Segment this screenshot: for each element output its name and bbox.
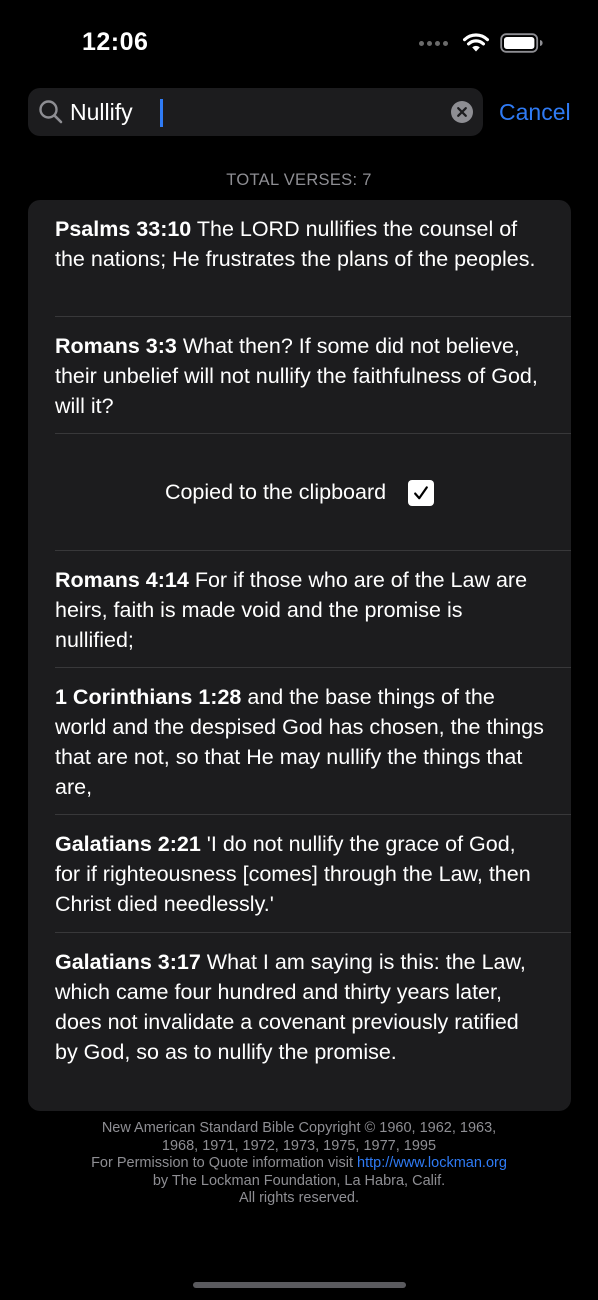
results-list: Psalms 33:10 The LORD nullifies the coun… <box>28 200 571 1111</box>
footer-line: by The Lockman Foundation, La Habra, Cal… <box>152 1172 446 1189</box>
verse-reference: Galatians 2:21 <box>55 832 201 856</box>
verse-reference: Galatians 3:17 <box>55 950 201 974</box>
verse-text: Romans 3:3 What then? If some did not be… <box>55 331 545 421</box>
copied-label: Copied to the clipboard <box>164 480 387 504</box>
verse-row-romans-4-14[interactable]: Romans 4:14 For if those who are of the … <box>28 551 571 668</box>
verse-reference: Romans 3:3 <box>55 334 177 358</box>
verse-row-1-corinthians-1-28[interactable]: 1 Corinthians 1:28 and the base things o… <box>28 668 571 815</box>
verse-row-romans-3-3[interactable]: Romans 3:3 What then? If some did not be… <box>28 317 571 434</box>
battery-icon <box>500 33 543 53</box>
verse-text: Galatians 3:17 What I am saying is this:… <box>55 947 545 1067</box>
signal-dots-icon <box>419 40 448 46</box>
footer-line: New American Standard Bible Copyright © … <box>101 1120 497 1136</box>
cancel-button[interactable]: Cancel <box>499 88 571 136</box>
verse-row-galatians-3-17[interactable]: Galatians 3:17 What I am saying is this:… <box>28 933 571 1111</box>
status-icons <box>419 32 544 54</box>
verse-row-psalms-33-10[interactable]: Psalms 33:10 The LORD nullifies the coun… <box>28 200 571 317</box>
status-bar: 12:06 <box>0 0 598 88</box>
copyright-footer: New American Standard Bible Copyright © … <box>0 1120 598 1208</box>
copied-confirmation-row[interactable]: Copied to the clipboard <box>28 434 571 551</box>
text-caret <box>160 99 163 127</box>
verse-reference: Romans 4:14 <box>55 568 189 592</box>
verse-text: Romans 4:14 For if those who are of the … <box>55 565 545 655</box>
total-verses-label: TOTAL VERSES: 7 <box>226 171 372 189</box>
copied-confirmation: Copied to the clipboard <box>28 434 571 551</box>
verse-text: 1 Corinthians 1:28 and the base things o… <box>55 682 545 802</box>
search-input[interactable] <box>70 88 430 136</box>
search-icon <box>39 100 63 124</box>
clear-circle-x-icon <box>457 107 467 117</box>
search-field[interactable] <box>28 88 483 136</box>
verse-text: Galatians 2:21 'I do not nullify the gra… <box>55 829 545 919</box>
verse-row-galatians-2-21[interactable]: Galatians 2:21 'I do not nullify the gra… <box>28 815 571 933</box>
verse-text: Psalms 33:10 The LORD nullifies the coun… <box>55 214 545 274</box>
search-row: Cancel <box>28 88 571 136</box>
footer-line: All rights reserved. <box>238 1190 360 1207</box>
checkmark-icon <box>408 479 435 506</box>
wifi-icon <box>463 33 489 52</box>
status-time: 12:06 <box>82 28 149 56</box>
verse-reference: Psalms 33:10 <box>55 217 192 241</box>
home-indicator[interactable] <box>193 1282 406 1288</box>
footer-permission-text: For Permission to Quote information visi… <box>91 1155 358 1172</box>
lockman-link[interactable]: http://www.lockman.org <box>357 1155 507 1171</box>
verse-reference: 1 Corinthians 1:28 <box>55 685 242 709</box>
footer-line: For Permission to Quote information visi… <box>0 1155 598 1173</box>
footer-line: 1968, 1971, 1972, 1973, 1975, 1977, 1995 <box>161 1137 437 1154</box>
clear-search-button[interactable] <box>451 101 473 123</box>
